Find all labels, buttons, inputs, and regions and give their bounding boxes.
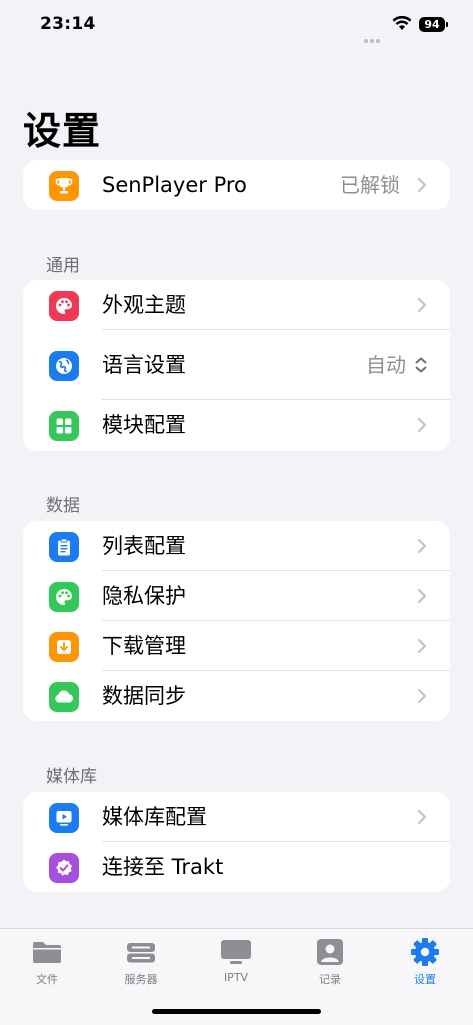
row-library-config[interactable]: 媒体库配置 xyxy=(23,792,450,842)
library-card: 媒体库配置 连接至 Trakt xyxy=(23,792,450,892)
row-label: 列表配置 xyxy=(102,534,186,558)
grid-icon xyxy=(49,411,79,441)
row-label: 连接至 Trakt xyxy=(102,855,224,879)
row-appearance-theme[interactable]: 外观主题 xyxy=(23,280,450,330)
clipboard-icon xyxy=(49,532,79,562)
chevron-right-icon xyxy=(417,417,427,433)
row-download-manager[interactable]: 下载管理 xyxy=(23,621,450,671)
pro-card: SenPlayer Pro 已解锁 xyxy=(23,160,450,210)
tv-icon xyxy=(206,935,266,969)
tab-files[interactable]: 文件 xyxy=(17,935,77,987)
home-indicator xyxy=(152,1009,321,1014)
pro-row[interactable]: SenPlayer Pro 已解锁 xyxy=(23,160,450,210)
check-badge-icon xyxy=(49,853,79,883)
row-label: 语言设置 xyxy=(102,353,186,377)
chevron-right-icon xyxy=(417,638,427,654)
tab-iptv[interactable]: IPTV xyxy=(206,935,266,984)
trophy-icon xyxy=(49,171,79,201)
tab-settings[interactable]: 设置 xyxy=(395,935,455,987)
status-time: 23:14 xyxy=(40,14,96,34)
server-icon xyxy=(111,935,171,969)
status-bar: 23:14 94 xyxy=(0,0,473,52)
cloud-icon xyxy=(49,682,79,712)
palette-icon xyxy=(49,582,79,612)
tab-label: 记录 xyxy=(319,973,341,986)
up-down-chevron-icon xyxy=(415,357,427,373)
chevron-right-icon xyxy=(417,588,427,604)
tab-label: IPTV xyxy=(223,971,249,984)
row-connect-trakt[interactable]: 连接至 Trakt xyxy=(23,842,450,892)
language-value: 自动 xyxy=(366,353,406,377)
section-header-data: 数据 xyxy=(46,496,80,516)
gear-icon xyxy=(395,935,455,969)
data-card: 列表配置 隐私保护 下载管理 数据同步 xyxy=(23,521,450,721)
chevron-right-icon xyxy=(417,809,427,825)
row-label: 媒体库配置 xyxy=(102,805,207,829)
row-label: 隐私保护 xyxy=(102,584,186,608)
row-list-config[interactable]: 列表配置 xyxy=(23,521,450,571)
tab-label: 文件 xyxy=(36,973,58,986)
signal-dots-icon xyxy=(364,28,386,43)
download-icon xyxy=(49,632,79,662)
pro-label: SenPlayer Pro xyxy=(102,173,247,197)
battery-indicator: 94 xyxy=(419,17,448,32)
general-card: 外观主题 语言设置 自动 模块配置 xyxy=(23,280,450,451)
pro-status: 已解锁 xyxy=(340,173,400,197)
chevron-right-icon xyxy=(417,688,427,704)
palette-icon xyxy=(49,291,79,321)
play-tv-icon xyxy=(49,803,79,833)
wifi-icon xyxy=(392,16,412,30)
tab-server[interactable]: 服务器 xyxy=(111,935,171,987)
row-label: 外观主题 xyxy=(102,293,186,317)
row-language-settings[interactable]: 语言设置 自动 xyxy=(23,330,450,400)
row-label: 下载管理 xyxy=(102,634,186,658)
row-label: 数据同步 xyxy=(102,684,186,708)
tab-label: 服务器 xyxy=(124,973,158,986)
tab-label: 设置 xyxy=(414,973,436,986)
chevron-right-icon xyxy=(417,297,427,313)
chevron-right-icon xyxy=(417,538,427,554)
contact-icon xyxy=(300,935,360,969)
row-label: 模块配置 xyxy=(102,413,186,437)
globe-icon xyxy=(49,351,79,381)
chevron-right-icon xyxy=(417,177,427,193)
section-header-general: 通用 xyxy=(46,256,80,276)
row-module-config[interactable]: 模块配置 xyxy=(23,400,450,451)
tab-history[interactable]: 记录 xyxy=(300,935,360,987)
page-title: 设置 xyxy=(23,109,102,153)
folder-icon xyxy=(17,935,77,969)
row-privacy[interactable]: 隐私保护 xyxy=(23,571,450,621)
row-data-sync[interactable]: 数据同步 xyxy=(23,671,450,721)
section-header-library: 媒体库 xyxy=(46,767,97,787)
